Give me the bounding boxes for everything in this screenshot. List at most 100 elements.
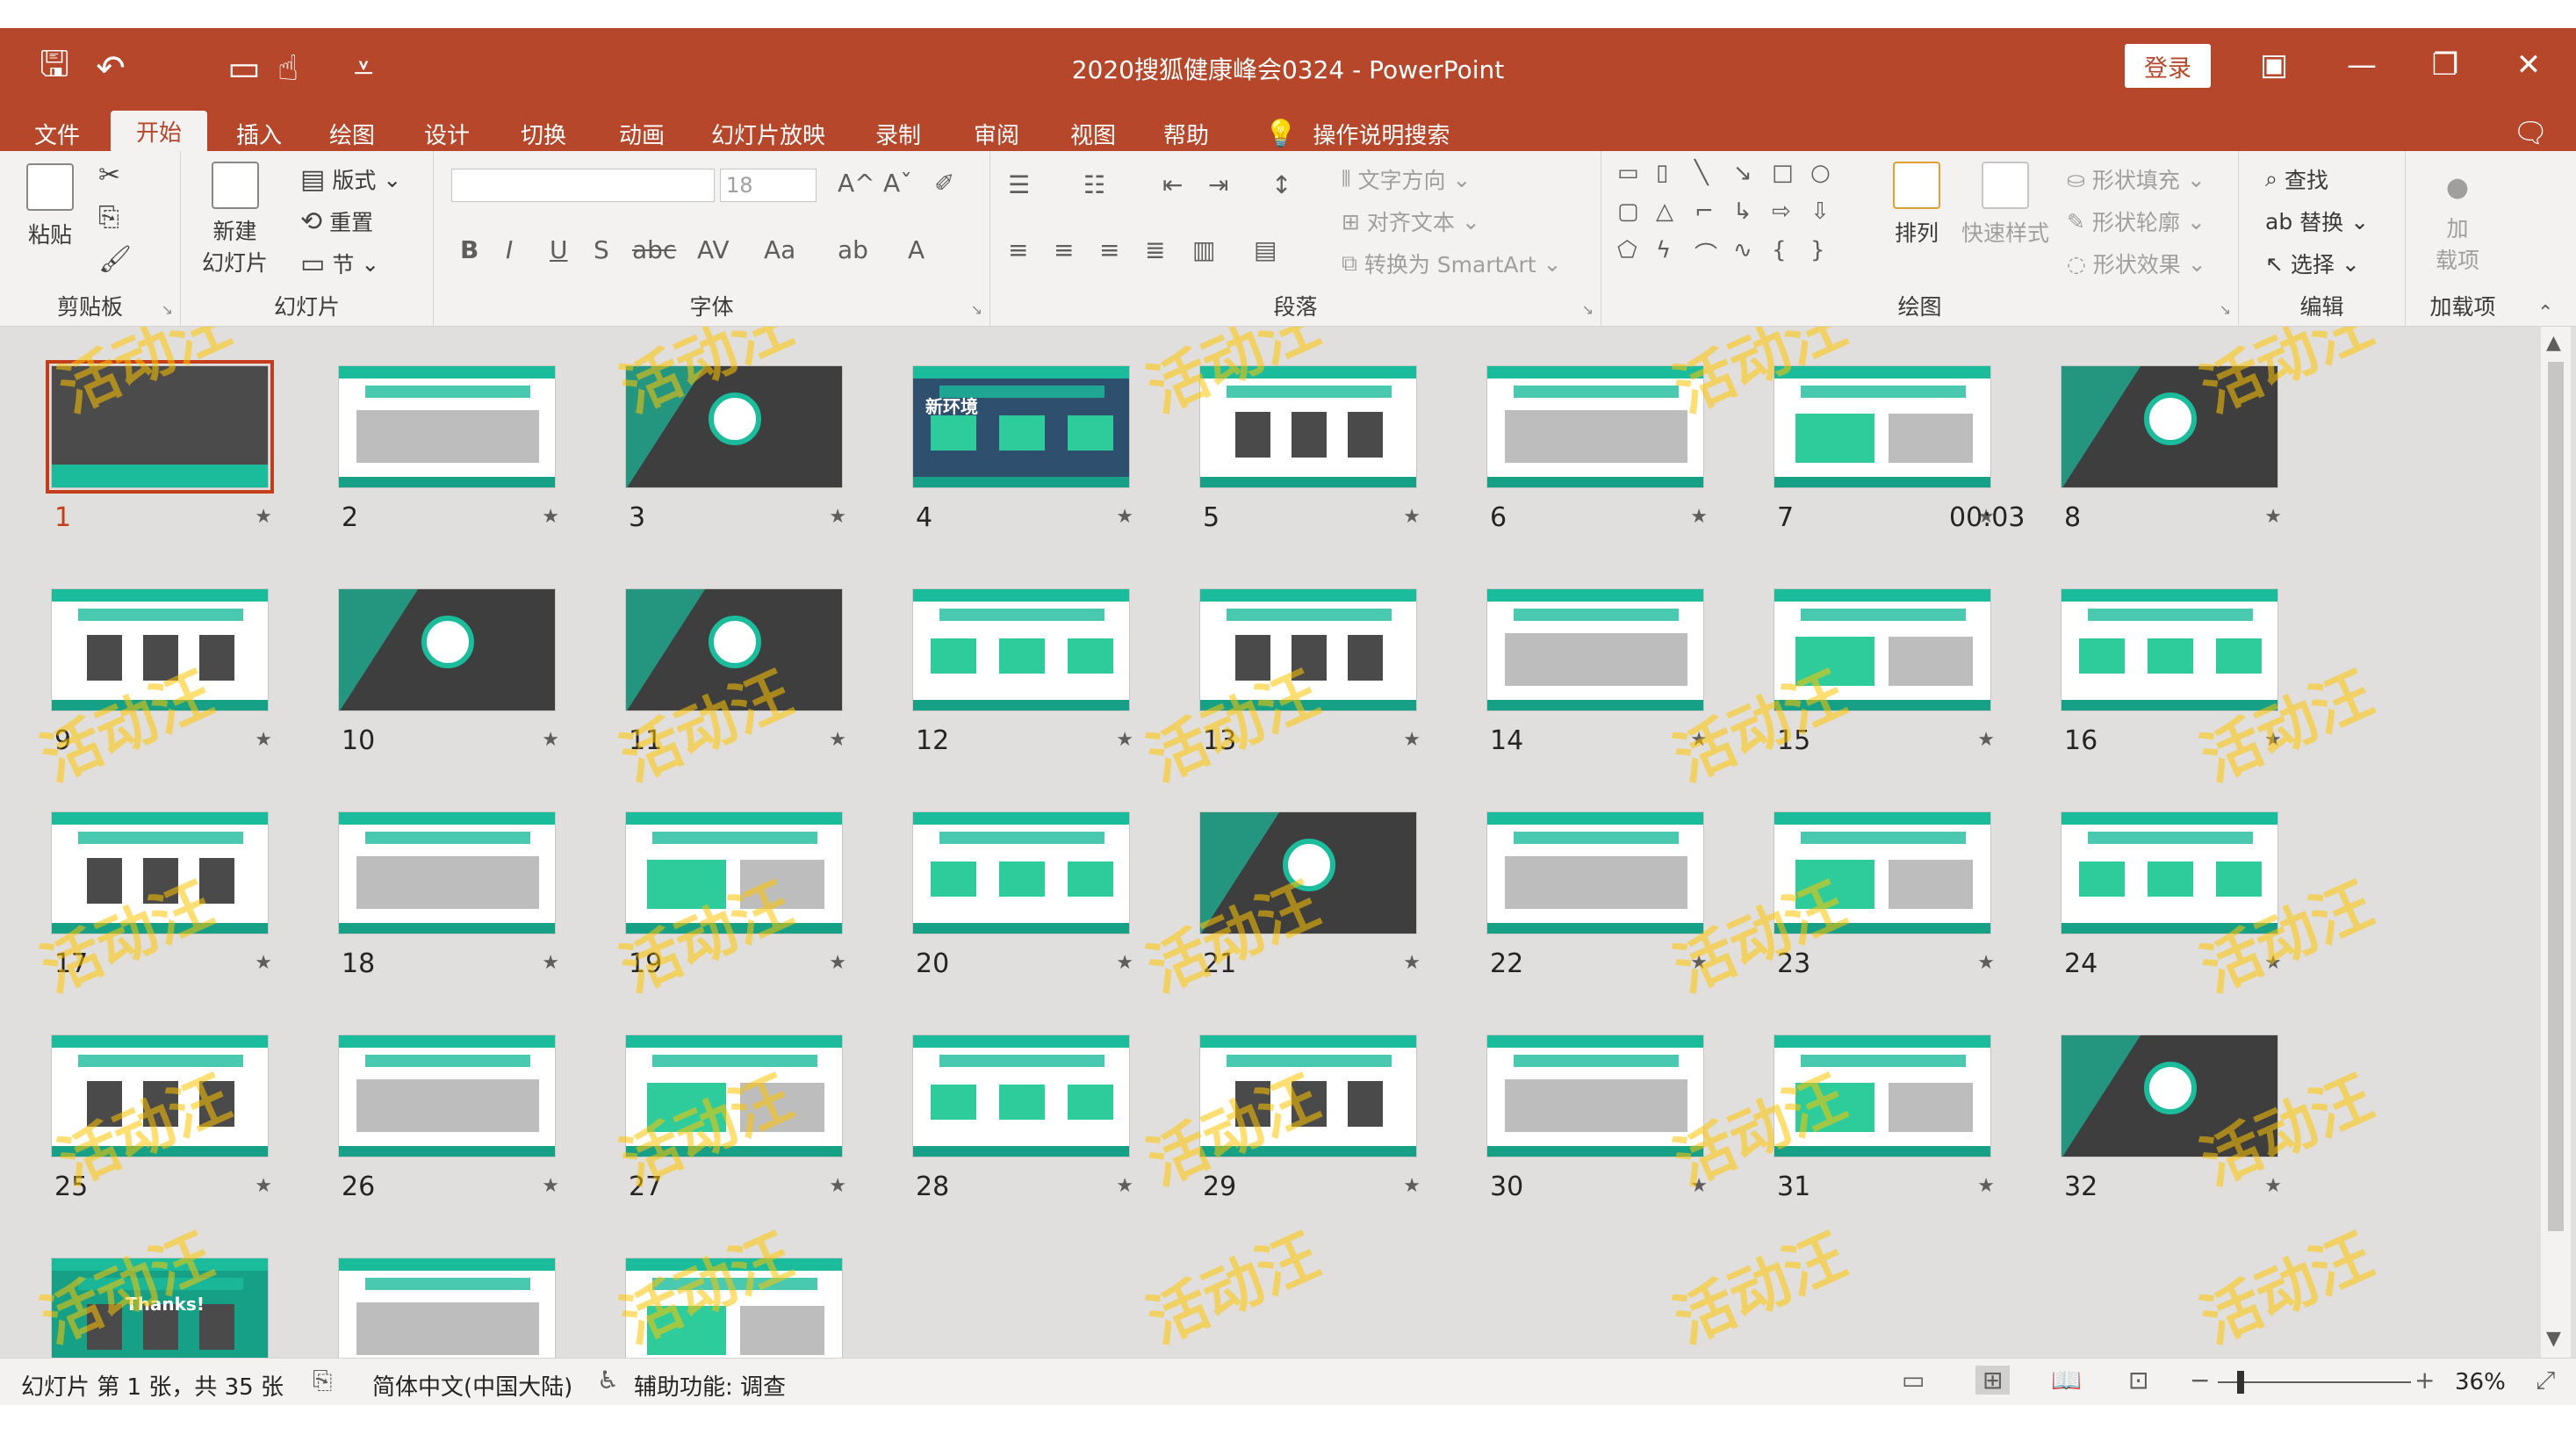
- transition-star-icon[interactable]: ★: [829, 952, 846, 974]
- transition-star-icon[interactable]: ★: [1116, 1175, 1133, 1197]
- scroll-up-icon[interactable]: ▲: [2546, 332, 2561, 354]
- slide-thumbnail[interactable]: 22 ★: [1486, 811, 1708, 979]
- shadow-button[interactable]: S: [594, 235, 609, 264]
- slide-thumbnail[interactable]: 10 ★: [338, 588, 559, 756]
- text-direction-button[interactable]: ⫴ 文字方向 ⌄: [1342, 163, 1471, 195]
- shape-outline-button[interactable]: ✎ 形状轮廓 ⌄: [2067, 205, 2205, 237]
- strikethrough-button[interactable]: abc: [632, 235, 676, 264]
- slide-thumbnail[interactable]: Thanks!33: [51, 1258, 269, 1358]
- slide-thumbnail[interactable]: 31 ★: [1774, 1034, 1995, 1202]
- slide-thumbnail[interactable]: 19 ★: [625, 811, 846, 979]
- align-right-icon[interactable]: ≡: [1099, 235, 1119, 264]
- transition-star-icon[interactable]: ★: [1403, 729, 1421, 751]
- dialog-launcher-icon[interactable]: ↘: [162, 301, 173, 318]
- slide-thumbnail[interactable]: 27 ★: [625, 1034, 846, 1202]
- align-text-button[interactable]: ⊞ 对齐文本 ⌄: [1342, 205, 1480, 237]
- transition-star-icon[interactable]: ★: [1977, 952, 1995, 974]
- slide-thumbnail[interactable]: 21 ★: [1199, 811, 1421, 979]
- slide-thumbnail[interactable]: 18 ★: [338, 811, 559, 979]
- transition-star-icon[interactable]: ★: [1403, 506, 1421, 528]
- decrease-indent-icon[interactable]: ⇤: [1162, 170, 1183, 199]
- slide-thumbnail[interactable]: 20 ★: [912, 811, 1133, 979]
- new-slide-button[interactable]: 新建 幻灯片: [202, 162, 268, 278]
- down-arrow-icon[interactable]: ⇩: [1810, 198, 1830, 225]
- tab-help[interactable]: 帮助: [1147, 116, 1226, 151]
- login-button[interactable]: 登录: [2125, 44, 2211, 88]
- transition-star-icon[interactable]: ★: [542, 952, 559, 974]
- transition-star-icon[interactable]: ★: [1690, 952, 1708, 974]
- right-arrow-icon[interactable]: ⇨: [1772, 198, 1791, 225]
- slide-thumbnail[interactable]: 7 ★ 00:03: [1774, 365, 2025, 533]
- slide-thumbnail[interactable]: 25 ★: [51, 1034, 272, 1202]
- increase-indent-icon[interactable]: ⇥: [1208, 170, 1228, 199]
- lightning-icon[interactable]: ϟ: [1656, 237, 1671, 263]
- numbering-icon[interactable]: ☷: [1083, 170, 1105, 199]
- section-button[interactable]: ▭ 节 ⌄: [300, 248, 379, 279]
- language-status[interactable]: 简体中文(中国大陆): [372, 1369, 572, 1402]
- transition-star-icon[interactable]: ★: [1116, 729, 1133, 751]
- shrink-font-icon[interactable]: Aˇ: [883, 169, 912, 198]
- scroll-down-icon[interactable]: ▼: [2546, 1328, 2561, 1350]
- tab-review[interactable]: 审阅: [957, 116, 1036, 151]
- slide-thumbnail[interactable]: 26 ★: [338, 1034, 559, 1202]
- slide-thumbnail[interactable]: 23 ★: [1774, 811, 1995, 979]
- connector-icon[interactable]: ⌐: [1695, 198, 1714, 225]
- transition-star-icon[interactable]: ★: [1977, 1175, 1995, 1197]
- slide-thumbnail[interactable]: 3 ★: [625, 365, 846, 533]
- slide-thumbnail[interactable]: 17 ★: [51, 811, 272, 979]
- font-size-combo[interactable]: 18: [720, 169, 817, 202]
- slide-thumbnail[interactable]: 2 ★: [338, 365, 559, 533]
- arc-icon[interactable]: ⌒: [1695, 237, 1717, 270]
- slide-thumbnail[interactable]: 13 ★: [1199, 588, 1421, 756]
- textbox-icon[interactable]: ▭: [1617, 160, 1639, 186]
- align-center-icon[interactable]: ≡: [1054, 235, 1074, 264]
- shapes-gallery[interactable]: ▭ ▯ ╲ ↘ □ ○ ▢ △ ⌐ ↳ ⇨ ⇩ ⬠ ϟ ⌒ ∿ { }: [1617, 160, 1872, 274]
- highlight-icon[interactable]: ab: [838, 235, 868, 264]
- oval-icon[interactable]: ○: [1810, 160, 1831, 186]
- slide-thumbnail[interactable]: 6 ★: [1486, 365, 1708, 533]
- bullets-icon[interactable]: ☰: [1008, 170, 1030, 199]
- slide-thumbnail[interactable]: 16 ★: [2061, 588, 2282, 756]
- vertical-scrollbar[interactable]: ▲ ▼: [2541, 327, 2571, 1358]
- minimize-button[interactable]: —: [2327, 40, 2397, 90]
- dialog-launcher-icon[interactable]: ↘: [1582, 301, 1594, 318]
- tab-record[interactable]: 录制: [859, 116, 938, 151]
- reset-button[interactable]: ⟲ 重置: [300, 205, 373, 237]
- zoom-out-icon[interactable]: −: [2190, 1366, 2210, 1395]
- tab-insert[interactable]: 插入: [219, 116, 299, 151]
- close-button[interactable]: ✕: [2493, 40, 2564, 90]
- smartart-button[interactable]: ⧉ 转换为 SmartArt ⌄: [1342, 248, 1561, 279]
- collapse-ribbon-icon[interactable]: ⌃: [2537, 302, 2553, 324]
- slide-thumbnail[interactable]: 1 ★: [46, 360, 274, 533]
- ribbon-display-icon[interactable]: ▣: [2239, 40, 2309, 90]
- tab-file[interactable]: 文件: [18, 116, 97, 151]
- brace-right-icon[interactable]: }: [1810, 237, 1825, 263]
- slide-thumbnail[interactable]: 32 ★: [2061, 1034, 2282, 1202]
- accessibility-status[interactable]: 辅助功能: 调查: [634, 1369, 786, 1402]
- transition-star-icon[interactable]: ★: [1690, 1175, 1708, 1197]
- clear-format-icon[interactable]: ✐: [934, 169, 954, 198]
- transition-star-icon[interactable]: ★: [1116, 506, 1133, 528]
- restore-button[interactable]: ❐: [2410, 40, 2480, 90]
- find-button[interactable]: ⌕ 查找: [2265, 163, 2328, 195]
- transition-star-icon[interactable]: ★: [829, 729, 846, 751]
- brace-left-icon[interactable]: {: [1772, 237, 1787, 263]
- slideshow-view-icon[interactable]: ⊡: [2128, 1366, 2148, 1395]
- line-icon[interactable]: ╲: [1695, 160, 1709, 186]
- align-left-icon[interactable]: ≡: [1008, 235, 1028, 264]
- transition-star-icon[interactable]: ★: [2264, 952, 2282, 974]
- slide-thumbnail[interactable]: 新环境 4 ★: [912, 365, 1133, 533]
- elbow-icon[interactable]: ↳: [1733, 198, 1752, 225]
- line-spacing-icon[interactable]: ↕: [1271, 170, 1292, 199]
- font-name-combo[interactable]: [451, 169, 715, 202]
- transition-star-icon[interactable]: ★: [255, 729, 272, 751]
- transition-star-icon[interactable]: ★: [1116, 952, 1133, 974]
- transition-star-icon[interactable]: ★: [1403, 1175, 1421, 1197]
- arrange-button[interactable]: 排列: [1893, 162, 1940, 248]
- replace-button[interactable]: ab 替换 ⌄: [2265, 205, 2369, 237]
- slide-sorter-view-icon[interactable]: ⊞: [1975, 1366, 2011, 1395]
- cut-icon[interactable]: ✂: [98, 160, 120, 191]
- paste-button[interactable]: 粘贴: [26, 163, 74, 249]
- transition-star-icon[interactable]: ★: [1977, 729, 1995, 751]
- transition-star-icon[interactable]: ★: [255, 1175, 272, 1197]
